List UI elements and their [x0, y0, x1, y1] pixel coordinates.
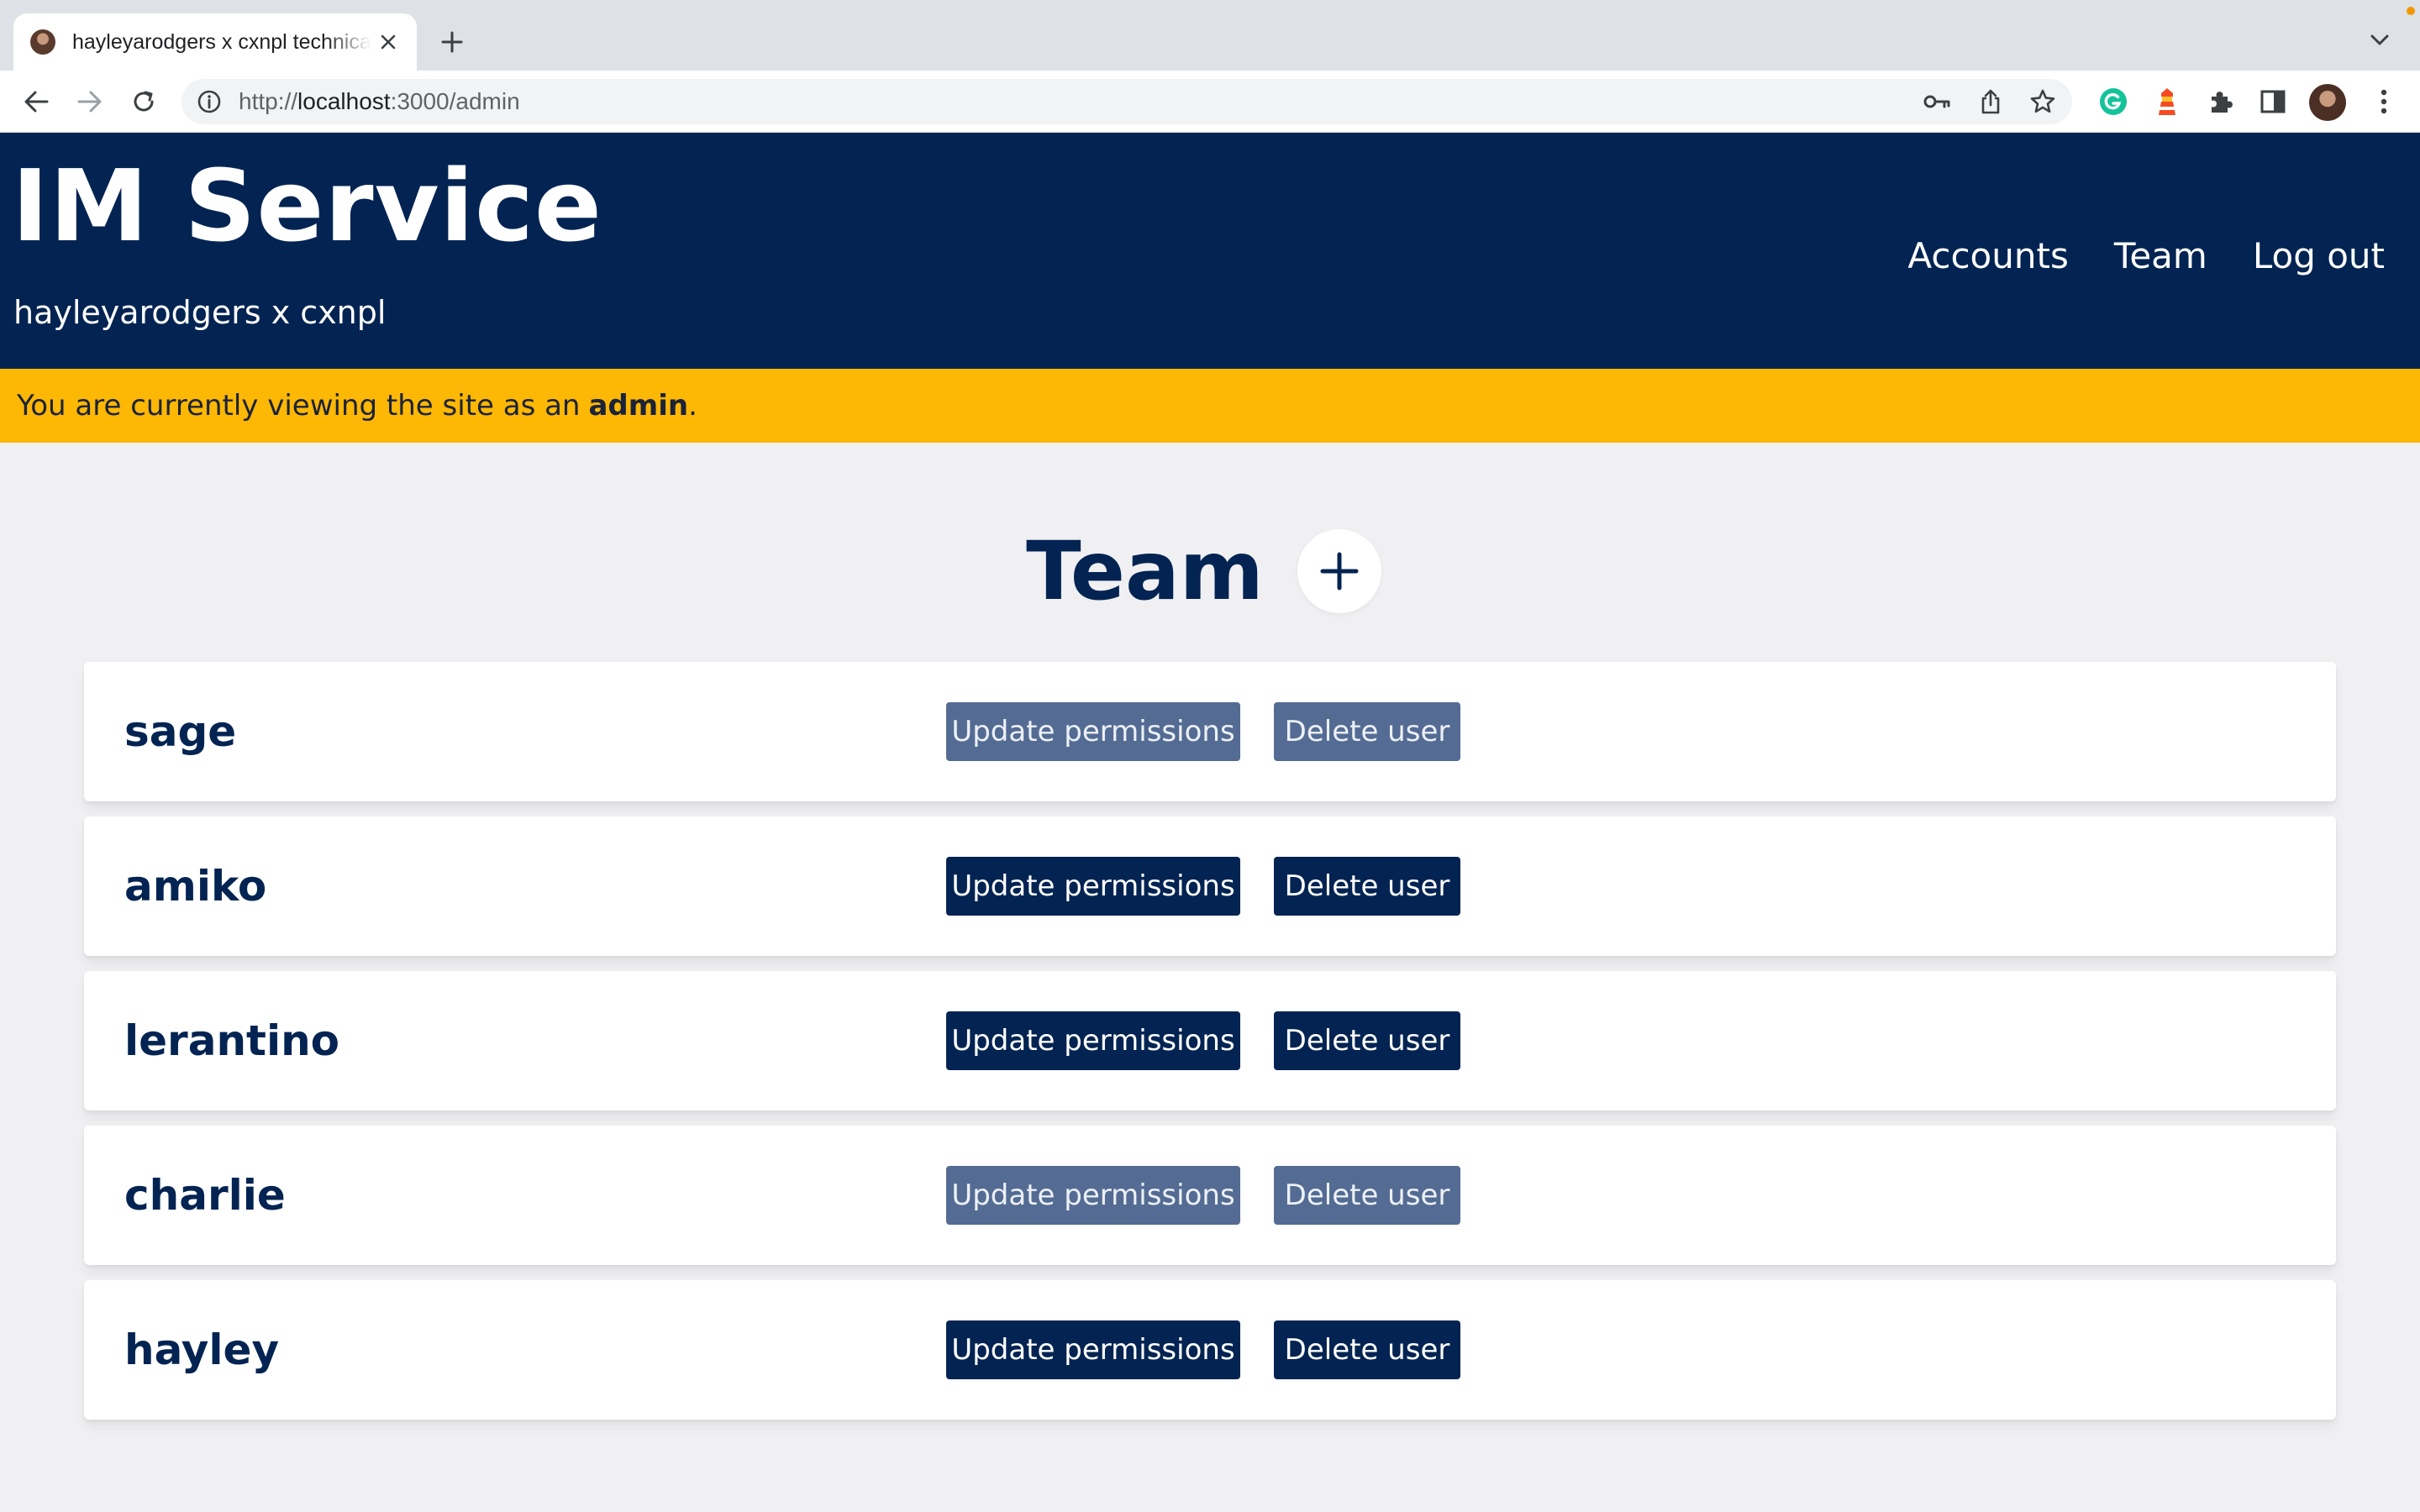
- notice-suffix: .: [688, 389, 697, 423]
- plus-icon[interactable]: [434, 24, 471, 60]
- nav-team[interactable]: Team: [2114, 235, 2207, 276]
- notice-role: admin: [588, 389, 689, 423]
- close-icon[interactable]: [375, 29, 402, 55]
- team-member-row: sage admin Update permissions Delete use…: [84, 662, 2336, 801]
- recording-indicator: [2407, 7, 2415, 15]
- url-host: localhost: [297, 88, 391, 114]
- arrow-right-icon[interactable]: [71, 82, 109, 121]
- side-panel-icon[interactable]: [2254, 82, 2292, 121]
- browser-toolbar: http://localhost:3000/admin: [0, 71, 2420, 133]
- tab-title: hayleyarodgers x cxnpl technical: [72, 29, 371, 54]
- more-vertical-icon[interactable]: [2365, 82, 2403, 121]
- update-permissions-button[interactable]: Update permissions: [946, 1166, 1240, 1225]
- update-permissions-button[interactable]: Update permissions: [946, 1320, 1240, 1379]
- page-title: Team: [1026, 524, 1264, 618]
- grammarly-extension-icon[interactable]: [2094, 82, 2133, 121]
- plus-icon: [1318, 550, 1360, 592]
- site-tagline: hayleyarodgers x cxnpl: [13, 294, 387, 331]
- member-name: amiko: [124, 862, 267, 911]
- site-title[interactable]: IM Service: [12, 156, 602, 255]
- address-bar[interactable]: http://localhost:3000/admin: [182, 79, 2072, 124]
- share-icon[interactable]: [1976, 87, 2005, 116]
- add-member-button[interactable]: [1297, 529, 1381, 613]
- url-scheme: http://: [239, 88, 298, 114]
- delete-user-button[interactable]: Delete user: [1274, 857, 1460, 916]
- profile-avatar[interactable]: [2309, 84, 2346, 121]
- member-name: charlie: [124, 1171, 286, 1220]
- nav-accounts[interactable]: Accounts: [1907, 235, 2068, 276]
- browser-tab-strip: hayleyarodgers x cxnpl technical: [0, 0, 2420, 71]
- info-icon[interactable]: [197, 89, 222, 114]
- update-permissions-button[interactable]: Update permissions: [946, 857, 1240, 916]
- puzzle-icon[interactable]: [2202, 82, 2240, 121]
- main-nav: Accounts Team Log out: [1907, 235, 2385, 276]
- key-icon[interactable]: [1923, 87, 1951, 116]
- delete-user-button[interactable]: Delete user: [1274, 1320, 1460, 1379]
- browser-tab[interactable]: hayleyarodgers x cxnpl technical: [13, 13, 417, 71]
- update-permissions-button[interactable]: Update permissions: [946, 702, 1240, 761]
- team-member-row: lerantino viewer Update permissions Dele…: [84, 971, 2336, 1110]
- team-list: sage admin Update permissions Delete use…: [84, 662, 2336, 1435]
- member-name: sage: [124, 707, 237, 756]
- reload-icon[interactable]: [124, 82, 163, 121]
- profile-favicon-icon: [30, 29, 55, 55]
- delete-user-button[interactable]: Delete user: [1274, 702, 1460, 761]
- member-name: lerantino: [124, 1016, 340, 1065]
- team-member-row: amiko editor Update permissions Delete u…: [84, 816, 2336, 956]
- chevron-down-icon[interactable]: [2365, 25, 2395, 55]
- site-header: IM Service hayleyarodgers x cxnpl Accoun…: [0, 133, 2420, 369]
- member-name: hayley: [124, 1326, 280, 1374]
- team-member-row: hayley editor Update permissions Delete …: [84, 1280, 2336, 1420]
- team-member-row: charlie admin Update permissions Delete …: [84, 1126, 2336, 1265]
- lighthouse-extension-icon[interactable]: [2148, 82, 2186, 121]
- team-heading: Team: [0, 512, 2420, 630]
- admin-notice-banner: You are currently viewing the site as an…: [0, 369, 2420, 443]
- url-text: http://localhost:3000/admin: [239, 79, 520, 124]
- update-permissions-button[interactable]: Update permissions: [946, 1011, 1240, 1070]
- notice-text: You are currently viewing the site as an: [17, 389, 581, 423]
- nav-logout[interactable]: Log out: [2253, 235, 2385, 276]
- arrow-left-icon[interactable]: [17, 82, 55, 121]
- star-icon[interactable]: [2028, 87, 2057, 116]
- url-path: :3000/admin: [390, 88, 520, 114]
- delete-user-button[interactable]: Delete user: [1274, 1166, 1460, 1225]
- delete-user-button[interactable]: Delete user: [1274, 1011, 1460, 1070]
